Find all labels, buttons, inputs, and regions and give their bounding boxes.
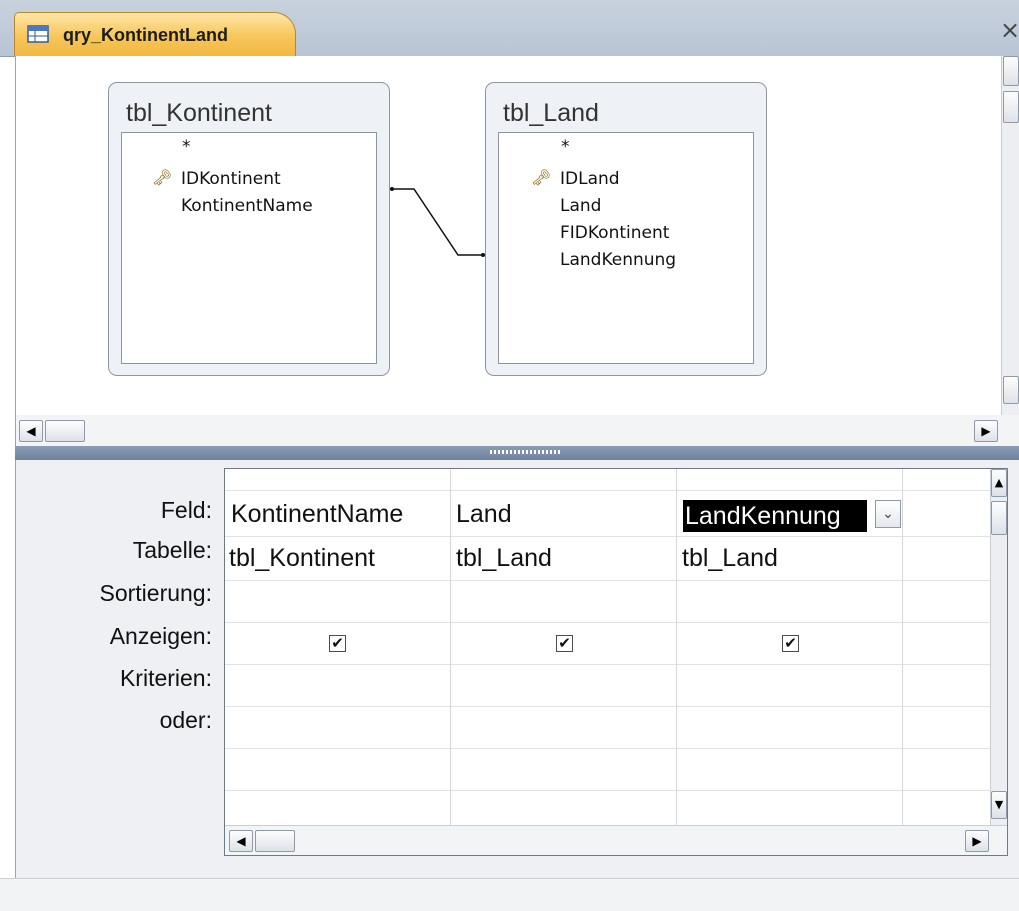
- row-label-or: oder:: [159, 707, 212, 733]
- field-item[interactable]: IDLand: [560, 169, 620, 189]
- scroll-left-button[interactable]: ◀: [229, 830, 253, 852]
- field-item[interactable]: Land: [560, 196, 601, 216]
- show-checkbox[interactable]: ✔: [329, 635, 346, 652]
- query-tab-title: qry_KontinentLand: [63, 25, 228, 45]
- grid-cell-field-selected[interactable]: LandKennung: [683, 500, 867, 532]
- grid-cell-table[interactable]: tbl_Kontinent: [229, 544, 375, 573]
- scroll-left-button[interactable]: ◀: [19, 420, 43, 442]
- scroll-up-button[interactable]: [1003, 56, 1019, 86]
- scroll-thumb[interactable]: [1003, 91, 1019, 123]
- row-label-sort: Sortierung:: [99, 580, 212, 606]
- pane-splitter[interactable]: [15, 446, 1019, 460]
- grid-cell-field[interactable]: Land: [456, 500, 512, 529]
- row-label-criteria: Kriterien:: [119, 665, 212, 691]
- down-arrow-icon: ▼: [994, 798, 1004, 811]
- up-arrow-icon: ▲: [994, 476, 1004, 489]
- status-bar: [0, 878, 1019, 911]
- check-icon: ✔: [331, 634, 344, 652]
- diagram-vertical-scrollbar[interactable]: [1001, 56, 1019, 416]
- grid-horizontal-scrollbar[interactable]: ◀ ▶: [225, 825, 1007, 855]
- scroll-thumb[interactable]: [991, 501, 1007, 535]
- row-label-show: Anzeigen:: [109, 623, 212, 649]
- left-arrow-icon: ◀: [236, 834, 246, 848]
- splitter-grip[interactable]: [490, 450, 562, 454]
- field-item[interactable]: FIDKontinent: [560, 223, 669, 243]
- scroll-thumb[interactable]: [45, 420, 85, 442]
- scroll-right-button[interactable]: ▶: [974, 420, 998, 442]
- field-item[interactable]: *: [561, 137, 570, 157]
- check-icon: ✔: [784, 634, 797, 652]
- design-grid[interactable]: KontinentName tbl_Kontinent ✔ Land tbl_L…: [224, 468, 1008, 856]
- row-label-table: Tabelle:: [132, 537, 212, 563]
- close-icon[interactable]: ×: [1000, 16, 1019, 44]
- row-label-field: Feld:: [160, 497, 212, 523]
- scroll-thumb[interactable]: [255, 830, 295, 852]
- grid-cell-table[interactable]: tbl_Land: [456, 544, 552, 573]
- query-icon: [27, 25, 49, 43]
- table-field-list[interactable]: * 🗝 IDLand Land FIDKontinent LandKennung: [498, 132, 754, 364]
- right-arrow-icon: ▶: [981, 424, 991, 438]
- show-checkbox[interactable]: ✔: [556, 635, 573, 652]
- table-diagram-pane: tbl_Kontinent * 🗝 IDKontinent KontinentN…: [15, 56, 1019, 448]
- query-tab[interactable]: qry_KontinentLand: [14, 12, 296, 56]
- grid-cell-table[interactable]: tbl_Land: [682, 544, 778, 573]
- grid-cell-field[interactable]: KontinentName: [231, 500, 403, 529]
- scroll-right-button[interactable]: ▶: [965, 830, 989, 852]
- grid-vertical-scrollbar[interactable]: ▲ ▼: [990, 469, 1007, 825]
- document-tab-bar: qry_KontinentLand ×: [0, 0, 1019, 57]
- scroll-up-button[interactable]: ▲: [991, 469, 1007, 497]
- show-checkbox[interactable]: ✔: [782, 635, 799, 652]
- check-icon: ✔: [558, 634, 571, 652]
- join-line[interactable]: [16, 56, 536, 296]
- chevron-down-icon: ⌄: [882, 506, 894, 522]
- diagram-horizontal-scrollbar[interactable]: ◀ ▶: [16, 415, 1019, 447]
- scroll-down-button[interactable]: ▼: [991, 791, 1007, 819]
- scroll-down-button[interactable]: [1003, 376, 1019, 404]
- query-design-grid-pane: Feld: Tabelle: Sortierung: Anzeigen: Kri…: [15, 460, 1019, 878]
- left-arrow-icon: ◀: [26, 424, 36, 438]
- right-arrow-icon: ▶: [972, 834, 982, 848]
- field-item[interactable]: LandKennung: [560, 250, 676, 270]
- field-dropdown-button[interactable]: ⌄: [875, 500, 901, 528]
